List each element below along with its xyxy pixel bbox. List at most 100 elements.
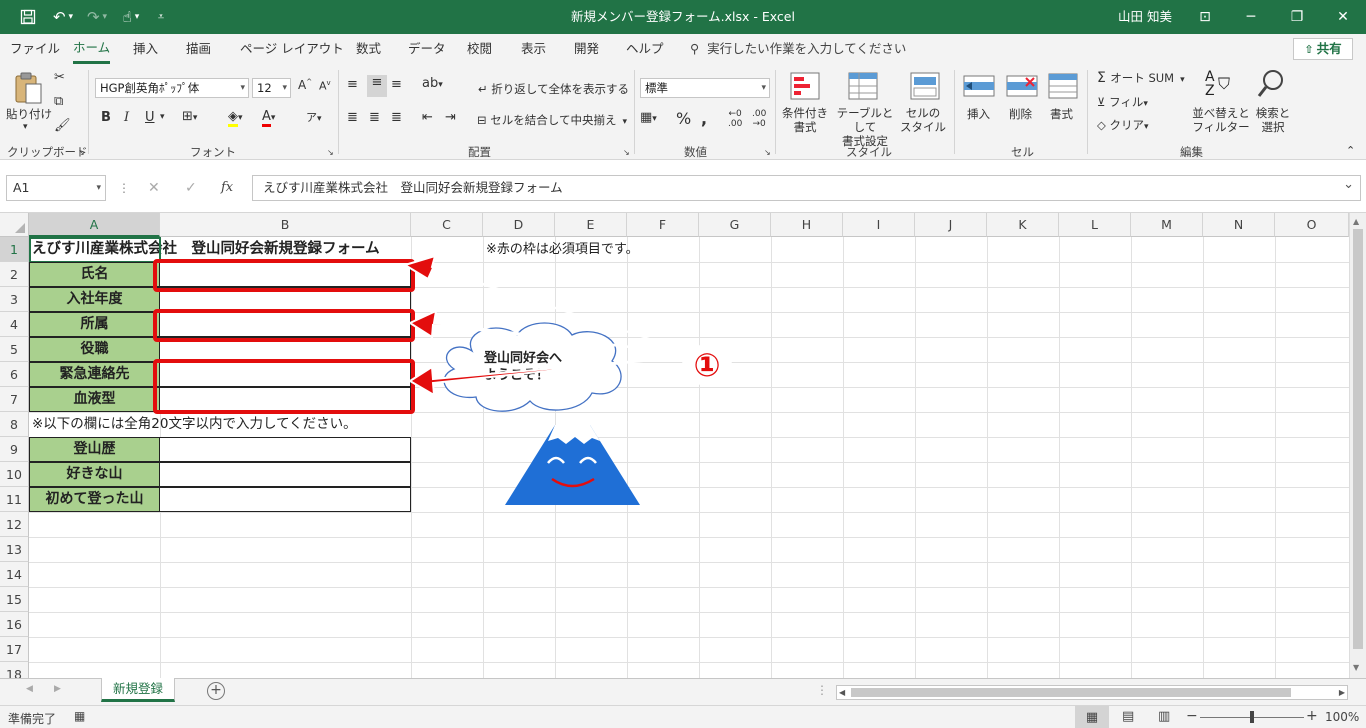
underline-dropdown-icon[interactable]: ▾ <box>160 112 165 122</box>
macro-record-icon[interactable]: ▦ <box>74 709 85 723</box>
select-all-corner[interactable] <box>0 213 29 237</box>
mount-fuji-icon[interactable] <box>500 419 645 509</box>
row-header-6[interactable]: 6 <box>0 362 29 387</box>
format-as-table-button[interactable]: テーブルとして 書式設定 <box>831 106 899 148</box>
row-header-1[interactable]: 1 <box>0 237 29 262</box>
vertical-scroll-thumb[interactable] <box>1353 229 1363 649</box>
column-header-a[interactable]: A <box>29 213 160 237</box>
horizontal-scroll-thumb[interactable] <box>851 688 1291 697</box>
tab-file[interactable]: ファイル <box>10 34 60 64</box>
marker-1-badge[interactable]: ① <box>682 345 732 385</box>
scroll-up-icon[interactable]: ▲ <box>1353 217 1359 226</box>
required-frame-name[interactable] <box>153 259 415 292</box>
row-header-3[interactable]: 3 <box>0 287 29 312</box>
column-header-b[interactable]: B <box>160 213 411 237</box>
paste-button[interactable]: 貼り付け <box>6 106 52 122</box>
decrease-indent-icon[interactable]: ⇤ <box>422 110 433 125</box>
column-header-l[interactable]: L <box>1059 213 1131 237</box>
horizontal-scrollbar[interactable]: ◀ ▶ <box>836 685 1348 700</box>
cell-a11[interactable]: 初めて登った山 <box>29 487 160 512</box>
column-header-k[interactable]: K <box>987 213 1059 237</box>
row-header-11[interactable]: 11 <box>0 487 29 512</box>
fill-color-icon[interactable]: ◈▾ <box>228 109 243 127</box>
row-header-7[interactable]: 7 <box>0 387 29 412</box>
required-frame-contact[interactable] <box>153 359 415 414</box>
column-header-o[interactable]: O <box>1275 213 1349 237</box>
borders-icon[interactable]: ⊞▾ <box>182 109 197 124</box>
align-bottom-icon[interactable]: ≡ <box>391 77 402 92</box>
underline-button[interactable]: U <box>145 110 155 125</box>
cancel-entry-icon[interactable]: ✕ <box>148 175 160 201</box>
decrease-decimal-icon[interactable]: .00 →0 <box>752 109 766 129</box>
tab-draw[interactable]: 描画 <box>186 34 211 64</box>
font-color-icon[interactable]: A▾ <box>262 109 275 127</box>
row-header-16[interactable]: 16 <box>0 612 29 637</box>
clear-button[interactable]: ◇ クリア▾ <box>1097 117 1149 133</box>
close-button[interactable]: ✕ <box>1320 0 1366 34</box>
sort-filter-icon[interactable]: AZ <box>1205 70 1215 98</box>
tab-help[interactable]: ヘルプ <box>626 34 664 64</box>
find-select-icon[interactable] <box>1256 68 1286 103</box>
normal-view-icon[interactable]: ▦ <box>1075 706 1109 728</box>
insert-cells-button[interactable]: 挿入 <box>967 106 990 122</box>
page-layout-view-icon[interactable]: ▤ <box>1122 709 1134 724</box>
cell-b11[interactable] <box>159 487 411 512</box>
tab-view[interactable]: 表示 <box>521 34 546 64</box>
minimize-button[interactable]: ─ <box>1228 0 1274 34</box>
row-header-8[interactable]: 8 <box>0 412 29 437</box>
tab-review[interactable]: 校閲 <box>467 34 492 64</box>
dialog-launcher-icon[interactable]: ↘ <box>764 148 771 157</box>
cell-a8[interactable]: ※以下の欄には全角20文字以内で入力してください。 <box>32 412 357 437</box>
row-header-5[interactable]: 5 <box>0 337 29 362</box>
copy-icon[interactable]: ⧉ <box>54 94 63 109</box>
sort-filter-button[interactable]: 並べ替えと フィルター <box>1192 106 1250 134</box>
share-button[interactable]: ⇧ 共有 <box>1293 38 1353 60</box>
fill-button[interactable]: ⊻ フィル▾ <box>1097 94 1148 110</box>
zoom-level[interactable]: 100% <box>1325 710 1359 724</box>
vertical-scrollbar[interactable]: ▲ ▼ <box>1349 213 1366 678</box>
sheet-next-icon[interactable]: ▶ <box>54 684 61 694</box>
align-middle-icon[interactable]: ≡ <box>367 75 387 97</box>
dialog-launcher-icon[interactable]: ↘ <box>327 148 334 157</box>
column-header-m[interactable]: M <box>1131 213 1203 237</box>
number-format-select[interactable]: 標準 <box>640 78 770 98</box>
font-size-select[interactable]: 12 <box>252 78 291 98</box>
maximize-button[interactable]: ❐ <box>1274 0 1320 34</box>
row-header-14[interactable]: 14 <box>0 562 29 587</box>
row-header-12[interactable]: 12 <box>0 512 29 537</box>
ribbon-display-options-button[interactable]: ⊡ <box>1182 0 1228 34</box>
cell-a2[interactable]: 氏名 <box>29 262 160 287</box>
format-as-table-icon[interactable] <box>848 72 878 103</box>
tab-insert[interactable]: 挿入 <box>133 34 158 64</box>
autosum-button[interactable]: Σ オート SUM ▾ <box>1097 70 1185 86</box>
orientation-icon[interactable]: ab▾ <box>422 76 443 91</box>
column-header-d[interactable]: D <box>483 213 555 237</box>
find-select-button[interactable]: 検索と 選択 <box>1250 106 1296 134</box>
increase-font-size-icon[interactable]: A^ <box>298 78 312 92</box>
decrease-font-size-icon[interactable]: Av <box>319 79 331 93</box>
format-cells-button[interactable]: 書式 <box>1050 106 1073 122</box>
column-header-f[interactable]: F <box>627 213 699 237</box>
sheet-tab-new-registration[interactable]: 新規登録 <box>101 678 175 702</box>
cell-b9[interactable] <box>159 437 411 462</box>
cell-a6[interactable]: 緊急連絡先 <box>29 362 160 387</box>
merge-center-button[interactable]: ⊟ セルを結合して中央揃え ▾ <box>477 112 627 128</box>
cut-icon[interactable]: ✂ <box>54 70 65 85</box>
cell-a10[interactable]: 好きな山 <box>29 462 160 487</box>
dialog-launcher-icon[interactable]: ↘ <box>78 148 85 157</box>
accounting-format-icon[interactable]: ▦▾ <box>640 110 657 125</box>
row-header-4[interactable]: 4 <box>0 312 29 337</box>
format-cells-icon[interactable] <box>1048 72 1078 103</box>
confirm-entry-icon[interactable]: ✓ <box>185 175 197 201</box>
dialog-launcher-icon[interactable]: ↘ <box>623 148 630 157</box>
cell-a3[interactable]: 入社年度 <box>29 287 160 312</box>
tab-formulas[interactable]: 数式 <box>356 34 381 64</box>
delete-cells-icon[interactable] <box>1006 72 1038 103</box>
paste-dropdown-icon[interactable]: ▾ <box>23 122 28 132</box>
percent-style-icon[interactable]: % <box>676 109 691 128</box>
tab-developer[interactable]: 開発 <box>574 34 599 64</box>
column-header-i[interactable]: I <box>843 213 915 237</box>
zoom-slider-thumb[interactable] <box>1250 711 1254 723</box>
conditional-formatting-icon[interactable] <box>790 72 820 103</box>
insert-function-icon[interactable]: fx <box>221 175 233 201</box>
